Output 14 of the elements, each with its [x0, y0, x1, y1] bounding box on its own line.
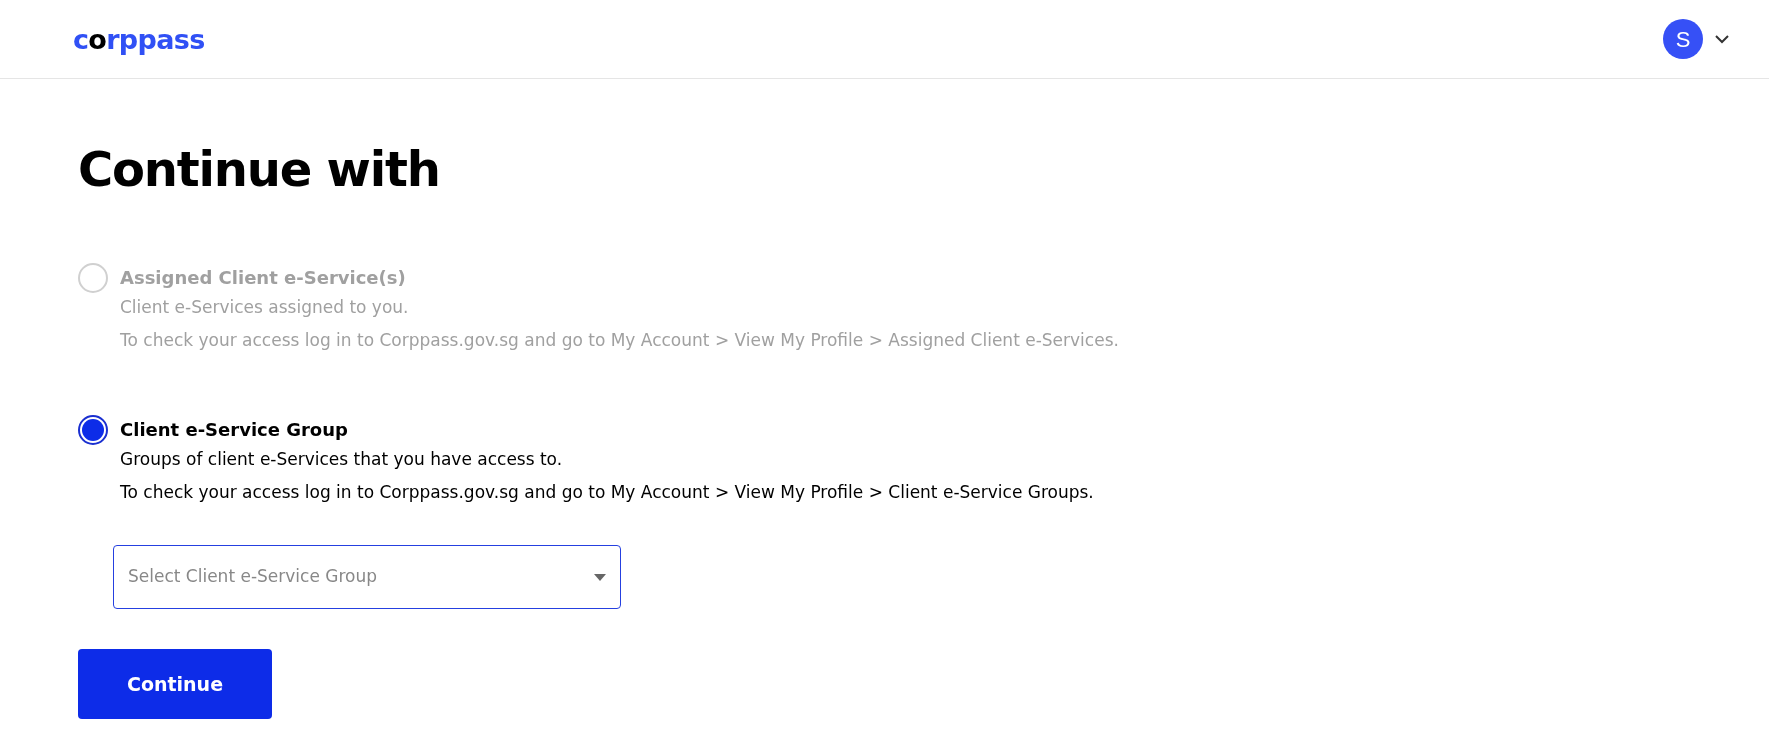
- option-label: Client e-Service Group: [120, 418, 349, 442]
- option-description: Groups of client e-Services that you have access to.: [120, 448, 564, 471]
- dropdown-caret-icon: [594, 573, 606, 581]
- option-hint: To check your access log in to Corppass.gov.sg and go to My Account > View My Profile > Client e-Service Groups.: [120, 481, 1094, 504]
- option-hint: To check your access log in to Corppass.gov.sg and go to My Account > View My Profile > Assigned Client e-Services.: [120, 329, 1119, 352]
- corppass-logo[interactable]: corppass: [73, 25, 205, 53]
- user-avatar[interactable]: S: [1663, 19, 1703, 59]
- radio-button[interactable]: [78, 415, 108, 445]
- continue-button[interactable]: Continue: [78, 649, 272, 719]
- page-title: Continue with: [78, 145, 441, 193]
- group-dropdown[interactable]: Select Client e-Service Group: [113, 545, 621, 609]
- option-description: Client e-Services assigned to you.: [120, 296, 410, 319]
- chevron-down-icon[interactable]: [1715, 34, 1729, 44]
- option-label: Assigned Client e-Service(s): [120, 266, 407, 290]
